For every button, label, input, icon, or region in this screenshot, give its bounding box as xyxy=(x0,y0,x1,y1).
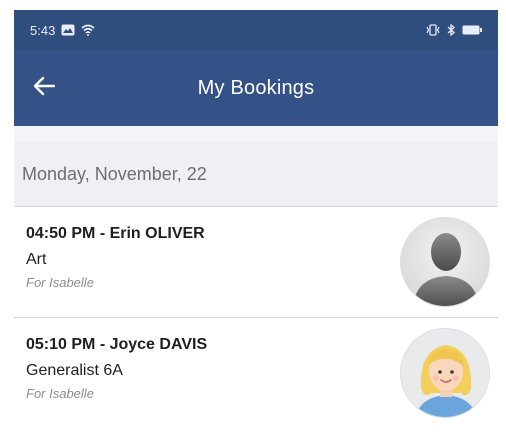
default-person-avatar xyxy=(400,217,490,307)
booking-subject: Generalist 6A xyxy=(26,362,123,379)
bluetooth-icon xyxy=(446,24,456,36)
image-icon xyxy=(61,24,75,36)
status-bar: 5:43 xyxy=(14,10,498,50)
battery-icon xyxy=(462,25,482,35)
booking-for-label: For Isabelle xyxy=(26,386,94,401)
booking-item[interactable]: 04:50 PM - Erin OLIVER Art For Isabelle xyxy=(14,207,498,317)
vibrate-icon xyxy=(426,24,440,36)
booking-for-label: For Isabelle xyxy=(26,275,94,290)
blonde-woman-avatar xyxy=(400,328,490,418)
status-left: 5:43 xyxy=(30,23,95,38)
status-right xyxy=(426,24,482,36)
booking-time-teacher: 05:10 PM - Joyce DAVIS xyxy=(26,336,208,353)
booking-item[interactable]: 05:10 PM - Joyce DAVIS Generalist 6A For… xyxy=(14,318,498,428)
status-time: 5:43 xyxy=(30,22,56,38)
back-button[interactable] xyxy=(14,50,74,126)
page-title: My Bookings xyxy=(197,76,315,99)
header-spacer xyxy=(14,126,498,142)
app-bar: My Bookings xyxy=(14,50,498,126)
date-section-header: Monday, November, 22 xyxy=(14,142,498,206)
booking-time-teacher: 04:50 PM - Erin OLIVER xyxy=(26,225,205,242)
back-arrow-icon xyxy=(33,76,56,101)
wifi-icon xyxy=(81,24,95,36)
booking-subject: Art xyxy=(26,251,47,268)
